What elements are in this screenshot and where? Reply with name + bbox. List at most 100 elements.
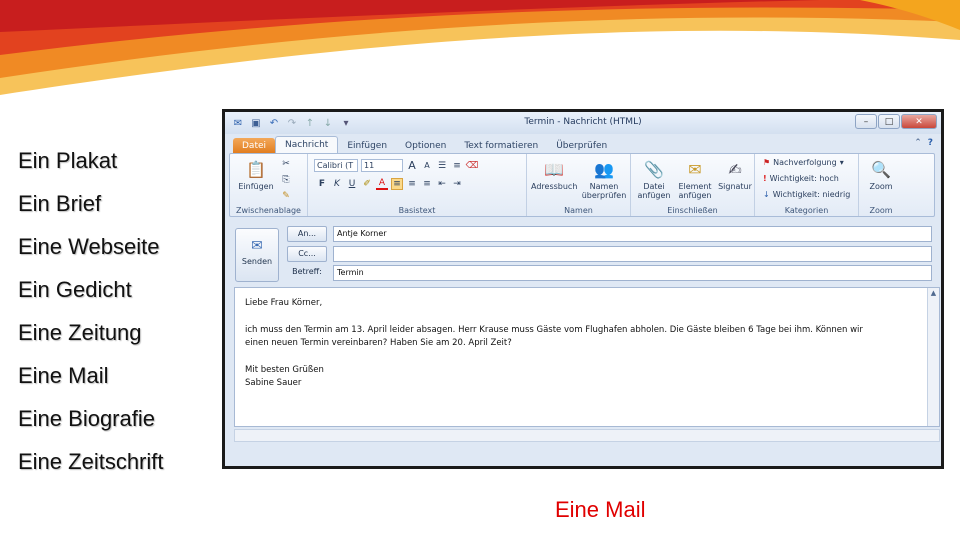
- magnifier-icon: 🔍: [871, 159, 891, 179]
- signature-button[interactable]: ✍ Signatur: [717, 158, 753, 191]
- down-arrow-icon: ↓: [763, 190, 770, 199]
- group-label: Zwischenablage: [236, 206, 301, 215]
- slide-text-list: Ein Plakat Ein Brief Eine Webseite Ein G…: [18, 147, 164, 491]
- font-color-icon[interactable]: A: [376, 178, 388, 190]
- mail-line: ich muss den Termin am 13. April leider …: [245, 325, 863, 335]
- attach-item-label: Element anfügen: [678, 182, 712, 200]
- send-button[interactable]: ✉ Senden: [235, 228, 279, 282]
- high-importance-label: Wichtigkeit: hoch: [769, 174, 839, 183]
- format-painter-icon[interactable]: ✎: [280, 190, 292, 202]
- message-body[interactable]: Liebe Frau Körner, ich muss den Termin a…: [234, 287, 940, 427]
- low-importance-button[interactable]: ↓ Wichtigkeit: niedrig: [763, 190, 850, 199]
- list-item: Ein Plakat: [18, 148, 118, 173]
- grow-font-icon[interactable]: A: [406, 159, 418, 172]
- maximize-button[interactable]: □: [878, 114, 900, 129]
- tab-message[interactable]: Nachricht: [275, 136, 339, 154]
- attach-file-button[interactable]: 📎 Datei anfügen: [635, 158, 673, 200]
- ribbon: 📋 Einfügen ✂ ⎘ ✎ Zwischenablage Calibri …: [229, 153, 935, 217]
- message-header: ✉ Senden An... Antje Korner Cc... Betref…: [229, 222, 935, 286]
- highlight-icon[interactable]: ✐: [361, 178, 373, 190]
- paste-label: Einfügen: [238, 182, 274, 191]
- scroll-up-icon[interactable]: ▲: [928, 288, 939, 299]
- zoom-label: Zoom: [869, 182, 893, 191]
- cc-button[interactable]: Cc...: [287, 246, 327, 262]
- paste-button[interactable]: 📋 Einfügen: [238, 158, 274, 191]
- align-left-icon[interactable]: ≡: [391, 178, 403, 190]
- exclamation-icon: !: [763, 174, 767, 183]
- address-book-icon: 📖: [544, 159, 564, 179]
- answer-text: Eine Mail: [555, 497, 646, 522]
- close-button[interactable]: ✕: [901, 114, 937, 129]
- signature-icon: ✍: [728, 159, 742, 179]
- mail-line: einen neuen Termin vereinbaren? Haben Si…: [245, 338, 512, 348]
- high-importance-button[interactable]: ! Wichtigkeit: hoch: [763, 174, 839, 183]
- group-clipboard: 📋 Einfügen ✂ ⎘ ✎ Zwischenablage: [230, 154, 308, 216]
- bold-button[interactable]: F: [316, 178, 328, 190]
- mail-greeting: Liebe Frau Körner,: [245, 298, 323, 308]
- bullets-icon[interactable]: ☰: [436, 160, 448, 172]
- minimize-button[interactable]: –: [855, 114, 877, 129]
- vertical-scrollbar[interactable]: ▲: [927, 288, 939, 426]
- increase-indent-icon[interactable]: ⇥: [451, 178, 463, 190]
- numbering-icon[interactable]: ≡: [451, 160, 463, 172]
- ribbon-tabs: Datei Nachricht Einfügen Optionen Text f…: [233, 136, 616, 154]
- list-item: Eine Mail: [18, 363, 109, 388]
- list-item: Eine Zeitschrift: [18, 449, 164, 474]
- list-item: Ein Brief: [18, 191, 102, 216]
- group-zoom: 🔍 Zoom Zoom: [859, 154, 903, 216]
- decorative-swoosh-banner: [0, 0, 960, 95]
- window-title: Termin - Nachricht (HTML): [524, 117, 642, 127]
- to-button[interactable]: An...: [287, 226, 327, 242]
- chevron-down-icon: ▾: [839, 158, 844, 167]
- group-label: Zoom: [869, 206, 893, 215]
- low-importance-label: Wichtigkeit: niedrig: [772, 190, 851, 199]
- tab-format-text[interactable]: Text formatieren: [455, 138, 547, 154]
- list-item: Eine Zeitung: [18, 320, 142, 345]
- tab-insert[interactable]: Einfügen: [338, 138, 396, 154]
- tab-options[interactable]: Optionen: [396, 138, 455, 154]
- check-names-icon: 👥: [594, 159, 614, 179]
- signature-label: Signatur: [718, 182, 752, 191]
- envelope-icon: ✉: [688, 159, 702, 179]
- cut-icon[interactable]: ✂: [280, 158, 292, 170]
- clear-format-icon[interactable]: ⌫: [466, 160, 479, 172]
- decrease-indent-icon[interactable]: ⇤: [436, 178, 448, 190]
- attach-file-label: Datei anfügen: [637, 182, 671, 200]
- send-label: Senden: [241, 257, 273, 266]
- check-names-button[interactable]: 👥 Namen überprüfen: [581, 158, 627, 200]
- copy-icon[interactable]: ⎘: [280, 174, 292, 186]
- zoom-button[interactable]: 🔍 Zoom: [863, 158, 899, 191]
- title-bar: ✉ ▣ ↶ ↷ ↑ ↓ ▾ Termin - Nachricht (HTML) …: [225, 112, 941, 134]
- font-name-combo[interactable]: Calibri (T: [314, 159, 358, 172]
- align-right-icon[interactable]: ≡: [421, 178, 433, 190]
- horizontal-scrollbar[interactable]: [234, 429, 940, 442]
- collapse-ribbon-icon[interactable]: ⌃: [914, 138, 922, 148]
- group-label: Einschließen: [667, 206, 718, 215]
- clipboard-small-buttons: ✂ ⎘ ✎: [280, 158, 292, 202]
- align-center-icon[interactable]: ≡: [406, 178, 418, 190]
- attach-item-button[interactable]: ✉ Element anfügen: [674, 158, 716, 200]
- list-item: Ein Gedicht: [18, 277, 132, 302]
- mail-closing: Mit besten Grüßen: [245, 365, 324, 375]
- cc-field[interactable]: [333, 246, 932, 262]
- italic-button[interactable]: K: [331, 178, 343, 190]
- to-field[interactable]: Antje Korner: [333, 226, 932, 242]
- clipboard-icon: 📋: [246, 159, 266, 179]
- shrink-font-icon[interactable]: A: [421, 160, 433, 172]
- format-row: F K U ✐ A ≡ ≡ ≡ ⇤ ⇥: [316, 178, 463, 190]
- group-names: 📖 Adressbuch 👥 Namen überprüfen Namen: [527, 154, 631, 216]
- check-names-label: Namen überprüfen: [581, 182, 627, 200]
- tab-review[interactable]: Überprüfen: [547, 138, 616, 154]
- group-label: Kategorien: [784, 206, 829, 215]
- address-book-button[interactable]: 📖 Adressbuch: [531, 158, 577, 191]
- help-icon[interactable]: ?: [928, 138, 933, 148]
- outlook-message-window: ✉ ▣ ↶ ↷ ↑ ↓ ▾ Termin - Nachricht (HTML) …: [222, 109, 944, 469]
- send-icon: ✉: [251, 238, 263, 254]
- font-size-combo[interactable]: 11: [361, 159, 403, 172]
- underline-button[interactable]: U: [346, 178, 358, 190]
- follow-up-button[interactable]: ⚑ Nachverfolgung ▾: [763, 158, 844, 167]
- tab-file[interactable]: Datei: [233, 138, 276, 154]
- group-basic-text: Calibri (T 11 A A ☰ ≡ ⌫ F K U ✐ A ≡ ≡ ≡ …: [308, 154, 527, 216]
- subject-field[interactable]: Termin: [333, 265, 932, 281]
- group-label: Basistext: [398, 206, 436, 215]
